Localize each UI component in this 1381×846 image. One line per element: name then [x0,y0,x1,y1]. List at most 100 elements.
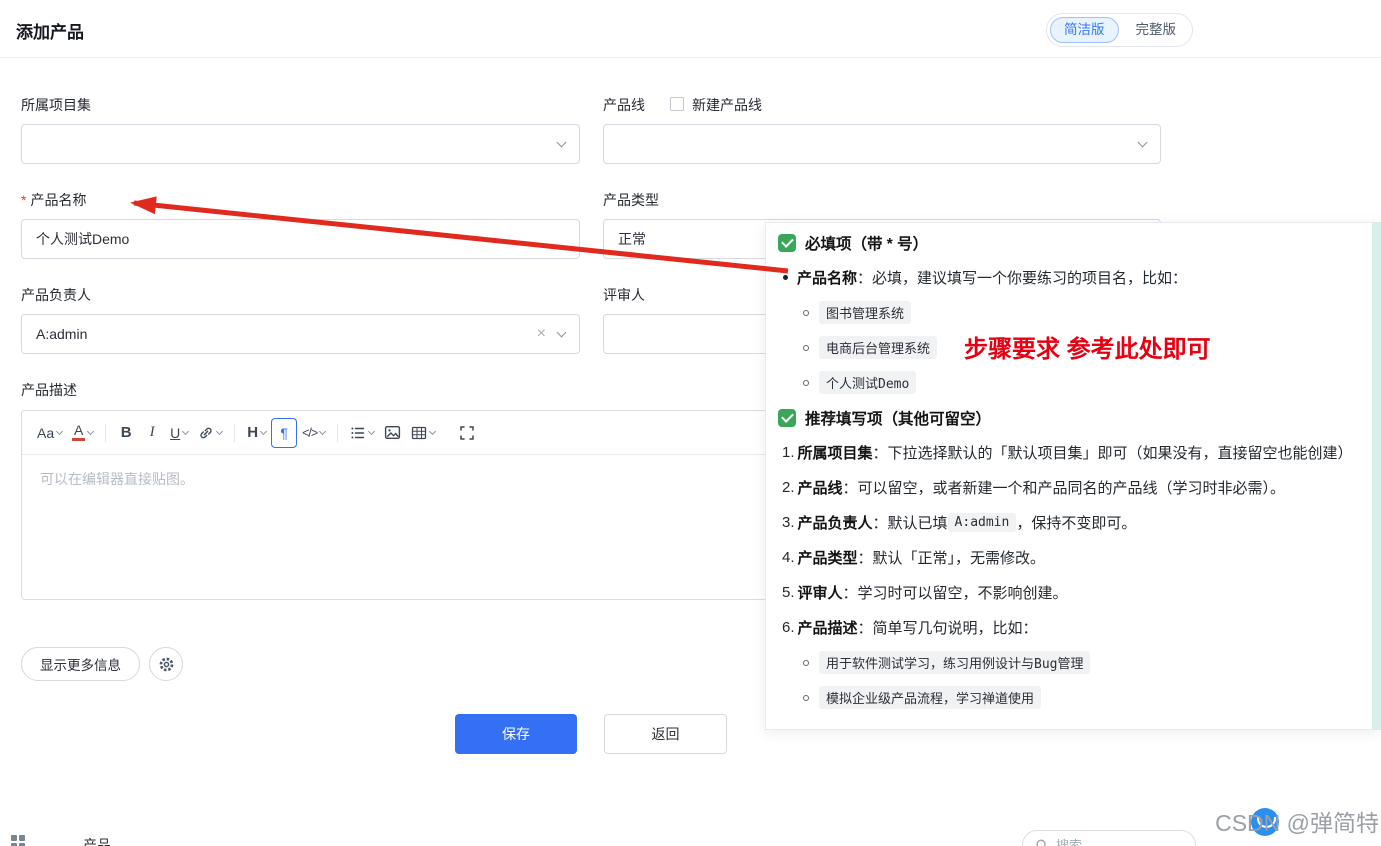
step-text: ：简单写几句说明，比如： [857,620,1038,637]
list-icon [351,427,365,438]
step-label: 所属项目集 [797,445,873,462]
description-label: 产品描述 [21,382,77,398]
owner-select[interactable]: A:admin × [21,314,580,354]
chevron-down-icon [368,427,376,435]
required-field-text: ：必填，建议填写一个你要练习的项目名，比如： [857,270,1188,287]
search-icon [1036,839,1046,846]
step-item: 6. 产品描述 ：简单写几句说明，比如： [766,610,1372,645]
program-select[interactable] [21,124,580,164]
fullscreen-icon [460,425,474,440]
chevron-down-icon [56,427,64,435]
reviewer-label: 评审人 [603,287,645,303]
recommend-section-title: 推荐填写项（其他可留空） [766,400,1372,435]
bottom-menu-product[interactable]: 产品 [83,835,111,846]
step-number: 3. [782,514,795,531]
paragraph-button[interactable]: ¶ [271,417,298,448]
show-more-button[interactable]: 显示更多信息 [21,647,140,681]
step-text: ：下拉选择默认的「默认项目集」即可（如果没有，直接留空也能创建） [872,445,1353,462]
bottom-search-box[interactable] [1022,830,1196,846]
chevron-down-icon [87,427,95,435]
bold-button[interactable]: B [113,418,139,448]
step-text: ：默认「正常」，无需修改。 [857,550,1046,567]
annotation-red-note: 步骤要求 参考此处即可 [964,336,1211,363]
step-item: 4. 产品类型 ：默认「正常」，无需修改。 [766,540,1372,575]
font-color-icon: A [72,423,86,441]
step-text: ，保持不变即可。 [1016,515,1137,532]
description-example-item: 模拟企业级产品流程，学习禅道使用 [766,680,1372,715]
product-type-label: 产品类型 [603,192,659,208]
font-color-button[interactable]: A [67,418,98,448]
required-field-label: 产品名称 [797,270,858,287]
header-divider [0,57,1381,58]
product-name-label-text: 产品名称 [30,192,87,208]
image-button[interactable] [379,418,406,448]
product-name-label: * 产品名称 [21,190,86,210]
back-button[interactable]: 返回 [604,714,727,754]
link-icon [200,427,212,438]
list-button[interactable] [345,418,379,448]
underline-button[interactable]: U [165,418,193,448]
step-label: 评审人 [797,585,843,602]
check-icon [778,408,796,427]
clear-icon[interactable]: × [537,326,546,342]
chevron-down-icon [429,427,437,435]
chevron-down-icon [216,427,224,435]
product-name-input[interactable] [21,219,580,259]
example-item: 个人测试Demo [766,365,1372,400]
step-label: 产品类型 [797,550,858,567]
description-example-item: 用于软件测试学习，练习用例设计与Bug管理 [766,645,1372,680]
chevron-down-icon [556,327,567,337]
required-section-title: 必填项（带 * 号） [766,225,1372,260]
table-icon [412,426,427,439]
step-number: 6. [782,619,795,636]
check-icon [778,233,796,252]
required-field-item: 产品名称 ：必填，建议填写一个你要练习的项目名，比如： [766,260,1372,295]
bold-icon: B [120,424,132,441]
fullscreen-button[interactable] [454,418,480,448]
add-product-page: 添加产品 简洁版 完整版 所属项目集 产品线 新建产品线 *产品名称 产品类型 … [0,0,1381,846]
toolbar-divider [337,423,339,442]
code-icon: </> [302,425,318,440]
recommend-title-text: 推荐填写项（其他可留空） [805,410,992,428]
grid-icon[interactable] [10,834,26,846]
toggle-full-button[interactable]: 完整版 [1123,17,1190,43]
toggle-simple-button[interactable]: 简洁版 [1050,17,1119,43]
font-size-button[interactable]: Aa [32,418,67,448]
heading-icon: H [247,424,259,441]
tutorial-overlay: 必填项（带 * 号） 产品名称 ：必填，建议填写一个你要练习的项目名，比如： 图… [765,222,1381,730]
toolbar-divider [105,423,107,442]
font-size-label: Aa [37,424,55,441]
link-button[interactable] [193,418,227,448]
table-button[interactable] [406,418,440,448]
heading-button[interactable]: H [242,418,271,448]
circle-bullet-icon [803,309,809,316]
csdn-watermark: CSDN @弹简特 [1215,810,1379,836]
step-text: ：默认已填 [872,515,948,532]
new-productline-checkbox[interactable] [670,97,684,111]
step-number: 2. [782,479,795,496]
step-label: 产品负责人 [797,515,873,532]
step-text: ：学习时可以留空，不影响创建。 [842,585,1068,602]
circle-bullet-icon [803,344,809,351]
circle-bullet-icon [803,379,809,386]
circle-bullet-icon [803,694,809,701]
new-productline-label: 新建产品线 [692,97,762,113]
code-button[interactable]: </> [297,418,330,448]
example-code: 模拟企业级产品流程，学习禅道使用 [819,686,1042,709]
example-code: 个人测试Demo [819,371,917,394]
page-title: 添加产品 [16,23,84,42]
productline-label: 产品线 [603,97,645,113]
search-input[interactable] [1056,837,1166,846]
owner-label: 产品负责人 [21,287,91,303]
step-item: 3. 产品负责人 ：默认已填 A:admin ，保持不变即可。 [766,505,1372,540]
toolbar-divider [234,423,236,442]
save-button[interactable]: 保存 [455,714,577,754]
productline-select[interactable] [603,124,1161,164]
italic-button[interactable]: I [139,418,165,448]
step-label: 产品描述 [797,620,858,637]
example-code: 用于软件测试学习，练习用例设计与Bug管理 [819,651,1091,674]
chevron-down-icon [319,427,327,435]
step-label: 产品线 [797,480,843,497]
settings-button[interactable] [149,647,183,681]
example-code: 图书管理系统 [819,301,912,324]
